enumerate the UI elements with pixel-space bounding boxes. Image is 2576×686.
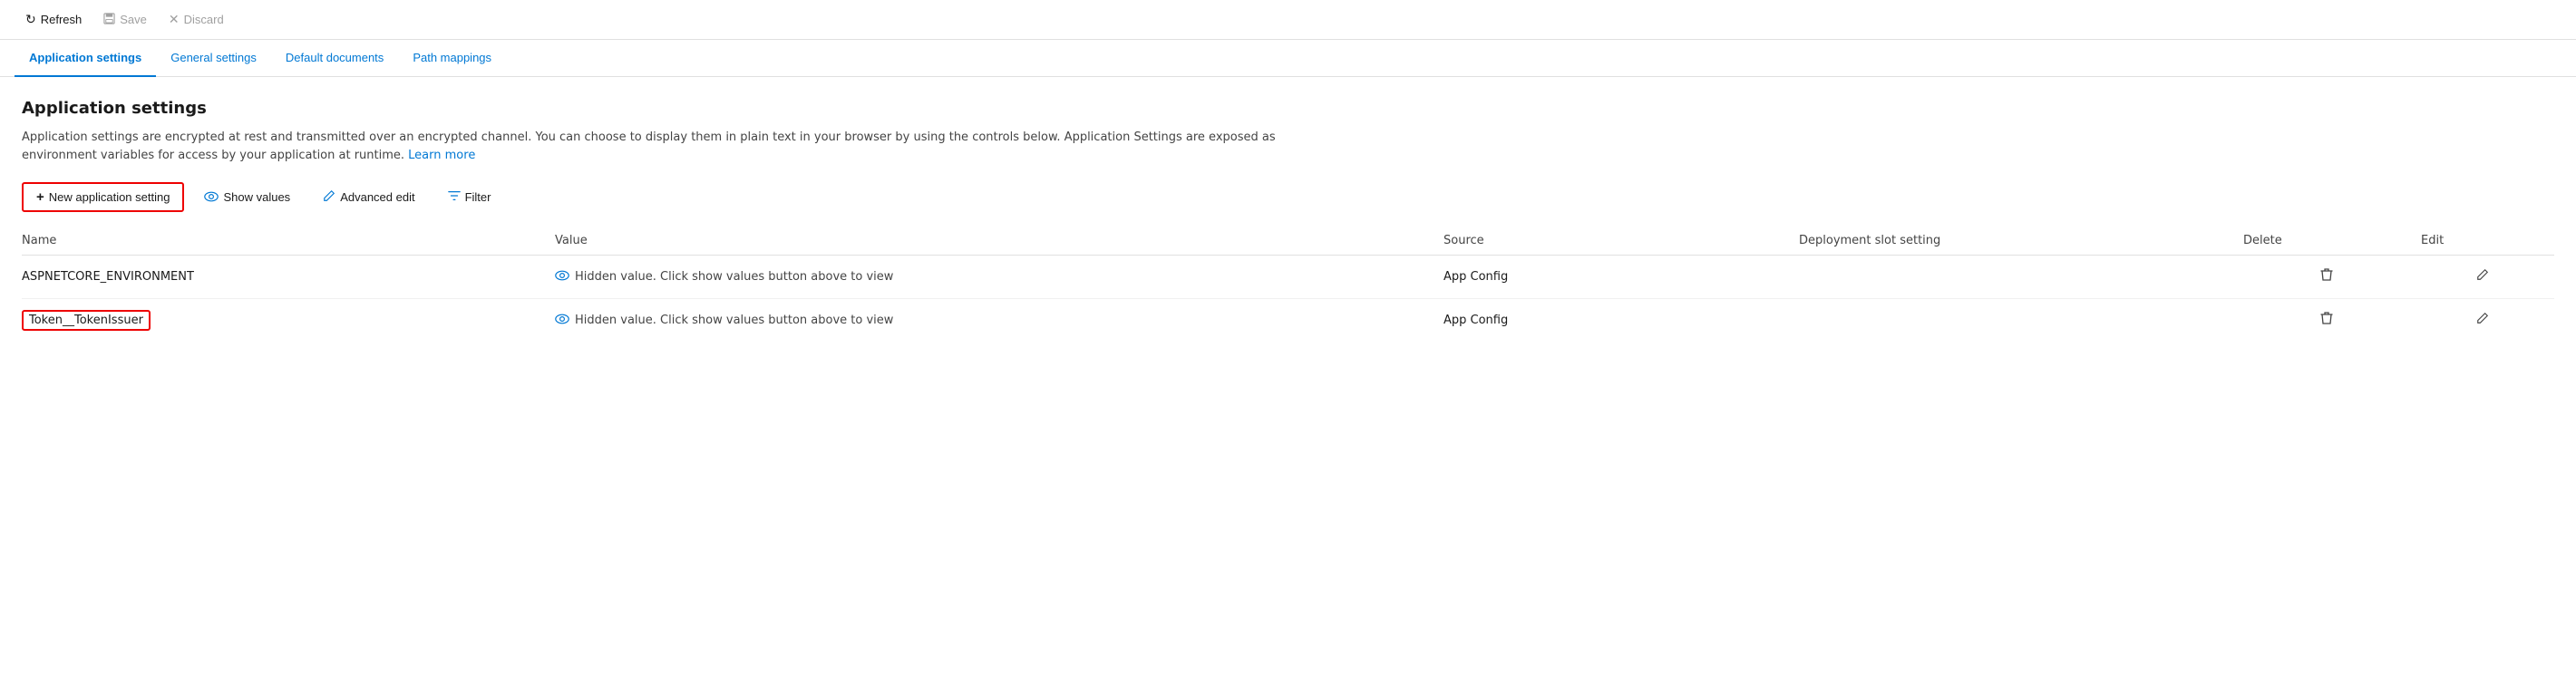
col-header-value: Value — [555, 227, 1444, 256]
plus-icon: + — [36, 189, 44, 205]
discard-button[interactable]: ✕ Discard — [158, 7, 235, 32]
settings-table: Name Value Source Deployment slot settin… — [22, 227, 2554, 342]
discard-icon: ✕ — [169, 12, 180, 27]
row-deployment-aspnetcore — [1799, 256, 2243, 299]
new-application-setting-button[interactable]: + New application setting — [22, 182, 184, 212]
row-source-token-issuer: App Config — [1444, 299, 1799, 343]
row-deployment-token-issuer — [1799, 299, 2243, 343]
tabs-bar: Application settings General settings De… — [0, 40, 2576, 77]
page-description: Application settings are encrypted at re… — [22, 129, 1291, 164]
filter-button[interactable]: Filter — [435, 184, 504, 210]
advanced-edit-button[interactable]: Advanced edit — [310, 184, 427, 210]
edit-button-aspnetcore[interactable] — [2471, 266, 2494, 288]
table-row: ASPNETCORE_ENVIRONMENT Hidden value. Cli… — [22, 256, 2554, 299]
main-content: Application settings Application setting… — [0, 77, 2576, 363]
refresh-icon: ↻ — [25, 12, 36, 27]
refresh-label: Refresh — [41, 13, 83, 26]
toolbar: ↻ Refresh Save ✕ Discard — [0, 0, 2576, 40]
delete-button-aspnetcore[interactable] — [2315, 265, 2338, 289]
col-header-delete: Delete — [2243, 227, 2421, 256]
row-source-aspnetcore: App Config — [1444, 256, 1799, 299]
row-name-aspnetcore: ASPNETCORE_ENVIRONMENT — [22, 256, 555, 299]
hidden-value-eye-icon-2 — [555, 314, 569, 328]
table-header-row: Name Value Source Deployment slot settin… — [22, 227, 2554, 256]
tab-application-settings[interactable]: Application settings — [15, 40, 156, 77]
refresh-button[interactable]: ↻ Refresh — [15, 7, 92, 32]
discard-label: Discard — [184, 13, 224, 26]
col-header-deployment-slot: Deployment slot setting — [1799, 227, 2243, 256]
row-value-token-issuer: Hidden value. Click show values button a… — [555, 299, 1444, 343]
eye-icon — [204, 190, 219, 205]
row-value-aspnetcore: Hidden value. Click show values button a… — [555, 256, 1444, 299]
learn-more-link[interactable]: Learn more — [408, 149, 475, 162]
col-header-source: Source — [1444, 227, 1799, 256]
hidden-value-eye-icon — [555, 270, 569, 285]
col-header-edit: Edit — [2421, 227, 2554, 256]
delete-button-token-issuer[interactable] — [2315, 308, 2338, 333]
row-name-token-issuer: Token__TokenIssuer — [22, 299, 555, 343]
table-row: Token__TokenIssuer Hidden value. Click s… — [22, 299, 2554, 343]
tab-path-mappings[interactable]: Path mappings — [398, 40, 506, 77]
col-header-name: Name — [22, 227, 555, 256]
tab-general-settings[interactable]: General settings — [156, 40, 271, 77]
row-delete-token-issuer — [2243, 299, 2421, 343]
edit-button-token-issuer[interactable] — [2471, 309, 2494, 332]
show-values-button[interactable]: Show values — [191, 185, 303, 210]
page-title: Application settings — [22, 99, 2554, 118]
save-button[interactable]: Save — [92, 8, 158, 32]
row-delete-aspnetcore — [2243, 256, 2421, 299]
tab-default-documents[interactable]: Default documents — [271, 40, 398, 77]
save-label: Save — [120, 13, 147, 26]
filter-icon — [448, 189, 461, 205]
save-icon — [103, 13, 115, 27]
pencil-icon — [323, 189, 335, 205]
row-edit-token-issuer — [2421, 299, 2554, 343]
action-bar: + New application setting Show values Ad… — [22, 182, 2554, 212]
row-edit-aspnetcore — [2421, 256, 2554, 299]
